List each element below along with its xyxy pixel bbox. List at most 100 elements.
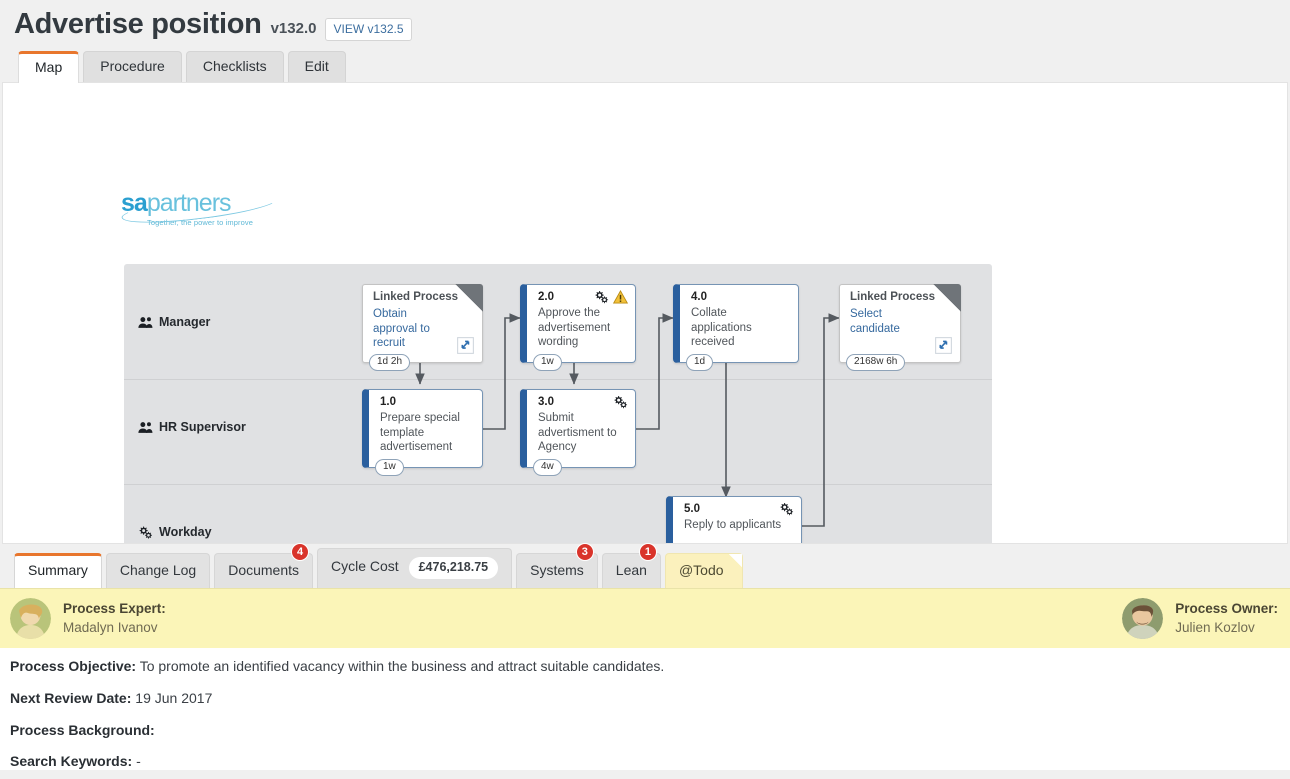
process-box: 4.0 Collate applications received 1d: [673, 284, 799, 363]
process-expert: Process Expert: Madalyn Ivanov: [10, 598, 166, 639]
linked-process-obtain-approval[interactable]: Linked Process Obtain approval to recrui…: [362, 284, 483, 363]
people-strip: Process Expert: Madalyn Ivanov Process O…: [0, 588, 1290, 648]
gears-icon[interactable]: [613, 395, 628, 409]
tab-systems[interactable]: Systems 3: [516, 553, 598, 588]
page-header: Advertise position v132.0 VIEW v132.5: [0, 0, 1290, 52]
process-node-5-0[interactable]: 5.0 Reply to applicants -: [666, 496, 802, 544]
tab-todo[interactable]: @Todo: [665, 553, 743, 588]
tab-cycle-cost-label: Cycle Cost: [331, 558, 399, 574]
detail-label: Next Review Date:: [10, 690, 131, 706]
gears-icon: [138, 526, 153, 539]
process-number: 2.0: [538, 291, 554, 303]
detail-label: Process Objective:: [10, 658, 136, 674]
process-map-panel: sapartners Together, the power to improv…: [2, 82, 1288, 544]
lane-separator: [124, 379, 992, 380]
lane-label-text: Workday: [159, 525, 212, 539]
folded-corner-icon: [455, 284, 483, 312]
duration-badge: 4w: [533, 459, 562, 476]
owner-text-block: Process Owner: Julien Kozlov: [1175, 600, 1278, 636]
duration-badge: 1w: [533, 354, 562, 371]
process-text: Prepare special template advertisement: [380, 411, 474, 455]
tab-systems-label: Systems: [530, 562, 584, 578]
people-icon: [138, 316, 153, 329]
linked-process-card: Linked Process Select candidate 2168w 6h: [839, 284, 961, 363]
avatar: [10, 598, 51, 639]
tab-change-log[interactable]: Change Log: [106, 553, 210, 588]
folded-corner-icon: [933, 284, 961, 312]
detail-value: -: [136, 753, 141, 769]
linked-process-name: Obtain approval to recruit: [373, 307, 448, 351]
tab-cycle-cost[interactable]: Cycle Cost £476,218.75: [317, 548, 512, 588]
gears-icon[interactable]: [594, 290, 609, 304]
tab-lean-label: Lean: [616, 562, 647, 578]
detail-value: To promote an identified vacancy within …: [140, 658, 665, 674]
avatar-image: [1122, 598, 1163, 639]
detail-row-next-review-date: Next Review Date: 19 Jun 2017: [10, 690, 1290, 707]
detail-value: 19 Jun 2017: [135, 690, 212, 706]
tab-documents[interactable]: Documents 4: [214, 553, 313, 588]
expand-icon[interactable]: [935, 337, 952, 354]
tab-map[interactable]: Map: [18, 51, 79, 83]
swimlane-diagram: Manager HR Supervisor Workday: [124, 264, 992, 544]
avatar-image: [10, 598, 51, 639]
tab-procedure[interactable]: Procedure: [83, 51, 182, 82]
owner-role-label: Process Owner:: [1175, 600, 1278, 618]
tab-todo-label: @Todo: [679, 562, 724, 578]
detail-label: Search Keywords:: [10, 753, 132, 769]
node-icon-group: [779, 502, 794, 516]
expand-icon[interactable]: [457, 337, 474, 354]
avatar: [1122, 598, 1163, 639]
process-text: Approve the advertisement wording: [538, 306, 627, 350]
gears-icon[interactable]: [779, 502, 794, 516]
process-number: 5.0: [684, 503, 700, 515]
process-node-1-0[interactable]: 1.0 Prepare special template advertiseme…: [362, 389, 483, 468]
view-version-button[interactable]: VIEW v132.5: [325, 18, 411, 41]
bottom-tab-bar: Summary Change Log Documents 4 Cycle Cos…: [0, 550, 1290, 588]
lane-separator: [124, 484, 992, 485]
page-title: Advertise position: [14, 8, 262, 41]
owner-name: Julien Kozlov: [1175, 619, 1278, 637]
linked-process-title: Linked Process: [850, 291, 935, 303]
process-node-4-0[interactable]: 4.0 Collate applications received 1d: [673, 284, 799, 363]
linked-process-name: Select candidate: [850, 307, 926, 336]
duration-badge: 1d 2h: [369, 354, 410, 371]
title-row: Advertise position v132.0 VIEW v132.5: [14, 8, 1290, 41]
linked-process-title: Linked Process: [373, 291, 458, 303]
lane-label-text: Manager: [159, 315, 210, 329]
detail-label: Process Background:: [10, 722, 155, 738]
tab-documents-label: Documents: [228, 562, 299, 578]
detail-row-process-objective: Process Objective: To promote an identif…: [10, 658, 1290, 675]
tab-summary[interactable]: Summary: [14, 553, 102, 588]
warning-icon[interactable]: [613, 290, 628, 304]
lane-label-text: HR Supervisor: [159, 420, 246, 434]
process-owner: Process Owner: Julien Kozlov: [1122, 598, 1278, 639]
duration-badge: 1w: [375, 459, 404, 476]
process-box: 3.0 Submit advertisment to Agency 4w: [520, 389, 636, 468]
top-tab-bar: Map Procedure Checklists Edit: [0, 52, 1290, 82]
detail-row-process-background: Process Background:: [10, 722, 1290, 739]
process-node-2-0[interactable]: 2.0 Approve the advertisement wording: [520, 284, 636, 363]
tab-lean[interactable]: Lean 1: [602, 553, 661, 588]
process-number: 3.0: [538, 396, 554, 408]
lane-label-hr-supervisor: HR Supervisor: [138, 420, 246, 434]
process-number: 4.0: [691, 291, 707, 303]
tab-checklists[interactable]: Checklists: [186, 51, 284, 82]
process-box: 1.0 Prepare special template advertiseme…: [362, 389, 483, 468]
lane-label-workday: Workday: [138, 525, 212, 539]
process-text: Collate applications received: [691, 306, 790, 350]
process-box: 5.0 Reply to applicants -: [666, 496, 802, 544]
process-number: 1.0: [380, 396, 396, 408]
lane-label-manager: Manager: [138, 315, 210, 329]
process-node-3-0[interactable]: 3.0 Submit advertisment to Agency 4w: [520, 389, 636, 468]
people-icon: [138, 421, 153, 434]
node-icon-group: [594, 290, 628, 304]
tab-edit[interactable]: Edit: [288, 51, 346, 82]
linked-process-card: Linked Process Obtain approval to recrui…: [362, 284, 483, 363]
sapartners-logo: sapartners Together, the power to improv…: [121, 191, 279, 227]
duration-badge: 1d: [686, 354, 713, 371]
details-list: Process Objective: To promote an identif…: [0, 648, 1290, 770]
linked-process-select-candidate[interactable]: Linked Process Select candidate 2168w 6h: [839, 284, 961, 363]
process-text: Reply to applicants: [684, 518, 793, 533]
process-box: 2.0 Approve the advertisement wording: [520, 284, 636, 363]
systems-badge: 3: [576, 543, 594, 561]
